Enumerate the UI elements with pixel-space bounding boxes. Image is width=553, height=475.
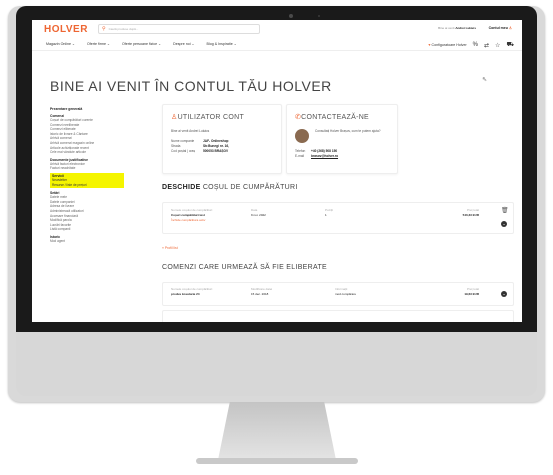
- sidebar-item[interactable]: Facturi neachitate: [50, 166, 130, 171]
- cart-price-col: Preț total 540,33 EUR: [449, 208, 479, 217]
- cart-positions: 1: [325, 213, 327, 217]
- back-link[interactable]: « Profil list: [162, 246, 178, 250]
- logo[interactable]: HOLVER: [44, 24, 88, 35]
- camera-dot: [289, 14, 293, 18]
- sidebar-item-resurse[interactable]: Resurse / liste de prețuri: [52, 183, 122, 188]
- search-input[interactable]: ⚲ Caută produse după...: [97, 24, 260, 34]
- account-text: Bine ai venit: [438, 26, 455, 30]
- configurator-link[interactable]: ♥ Configuratoare Holver: [428, 43, 466, 47]
- main-nav: Magazin Online ⌄ Oferte firme ⌄ Oferte p…: [32, 38, 522, 51]
- pending-row: Numele coșului de cumpărături produs kos…: [162, 282, 514, 306]
- cart-icon[interactable]: ⛟: [506, 41, 514, 49]
- percent-icon[interactable]: %: [473, 42, 478, 48]
- search-placeholder: Caută produse după...: [108, 27, 139, 31]
- col-label: Numele coșului de cumpărături: [171, 287, 213, 291]
- sidebar-item[interactable]: Mod agent: [50, 239, 130, 244]
- contact-card-title-text: CONTACTEAZĂ-NE: [301, 114, 370, 121]
- cart-name: Coșuri cumpărături test: [171, 213, 205, 217]
- account-greeting: Bine ai venit Andrei Lukács: [438, 26, 476, 30]
- col-label: Data: [251, 208, 258, 212]
- mouse-cursor-icon: ⇖: [482, 77, 488, 83]
- user-card-title: ♙UTILIZATOR CONT: [171, 113, 244, 121]
- cart-title-bold: DESCHIDE: [162, 184, 201, 191]
- nav-item-despre[interactable]: Despre noi ⌄: [173, 42, 194, 46]
- monitor-chin: [16, 332, 537, 396]
- star-icon[interactable]: ☆: [495, 42, 500, 49]
- sensor-dot: [318, 15, 320, 17]
- logo-text: HOLVER: [44, 23, 88, 35]
- email-row: E-mail brasov@holver.ro: [295, 154, 338, 159]
- pending-section-title: COMENZI CARE URMEAZĂ SĂ FIE ELIBERATE: [162, 264, 327, 271]
- contact-text: Consultați Holver Brașov, cum te putem a…: [315, 129, 381, 133]
- contact-details: Telefon +40 (268) 508 150 E-mail brasov@ho…: [295, 149, 338, 159]
- top-bar: HOLVER ⚲ Caută produse după... Bine ai v…: [32, 20, 522, 38]
- cart-price: 540,33 EUR: [462, 213, 479, 217]
- page-title: BINE AI VENIT ÎN CONTUL TĂU HOLVER: [50, 78, 332, 94]
- pending-date: 15 dec. 2018: [251, 292, 269, 296]
- pending-name-col: Numele coșului de cumpărături produs kos…: [171, 287, 212, 296]
- email-label: E-mail: [295, 154, 305, 158]
- sidebar-highlight: Servicii Newsletter Resurse / liste de p…: [50, 172, 124, 189]
- user-details: Nume companie JAF- Onlineshop Strada Str.B…: [171, 139, 229, 154]
- chevron-down-icon[interactable]: ⌄: [501, 291, 507, 297]
- user-account-card: ♙UTILIZATOR CONT Bine ai venit Andrei Lu…: [162, 104, 282, 174]
- monitor-base: [196, 458, 358, 464]
- screen: HOLVER ⚲ Caută produse după... Bine ai v…: [32, 20, 522, 322]
- configurator-label: Configuratoare Holver: [431, 43, 467, 47]
- nav-tools: ♥ Configuratoare Holver % ⇄ ☆ ⛟: [428, 41, 514, 49]
- avatar: [295, 129, 309, 143]
- user-icon: ♙: [171, 114, 178, 121]
- contact-card: ✆CONTACTEAZĂ-NE Consultați Holver Brașov…: [286, 104, 398, 174]
- sidebar-item[interactable]: Listă companii: [50, 227, 130, 232]
- pending-price-col: Preț total 19,63 EUR: [449, 287, 479, 296]
- user-card-title-text: UTILIZATOR CONT: [177, 114, 245, 121]
- nav-item-blog[interactable]: Blog & Inspiratie ⌄: [207, 42, 237, 46]
- sidebar-heading[interactable]: Prezentare generală: [50, 107, 130, 111]
- email-link[interactable]: brasov@holver.ro: [311, 154, 338, 159]
- compare-icon[interactable]: ⇄: [484, 42, 489, 49]
- cart-date-col: Data 9 noi. 2022: [251, 208, 266, 217]
- nav-item-firme[interactable]: Oferte firme ⌄: [87, 42, 110, 46]
- chevron-down-icon[interactable]: ⌄: [501, 221, 507, 227]
- contact-card-title: ✆CONTACTEAZĂ-NE: [295, 113, 369, 121]
- account-label: Contul meu: [488, 26, 508, 30]
- cart-row: Numele coșului de cumpărături Coșuri cum…: [162, 202, 514, 234]
- sidebar-item[interactable]: Cele mai vândute articole: [50, 150, 130, 155]
- pending-price: 19,63 EUR: [464, 292, 479, 296]
- detail-row: Cod poștal | oraș 500053 BRAȘOV: [171, 149, 229, 154]
- cart-positions-col: Poziții 1: [325, 208, 333, 217]
- pending-info-col: Informații mod cumpărare: [335, 287, 356, 296]
- detail-value: 500053 BRAȘOV: [203, 149, 229, 153]
- detail-key: Cod poștal | oraș: [171, 149, 196, 153]
- col-label: Poziții: [325, 208, 334, 212]
- pending-name: produs kosutarie 24: [171, 292, 200, 296]
- pending-info: mod cumpărare: [335, 292, 357, 296]
- search-icon: ⚲: [101, 26, 106, 32]
- cart-title-rest: COȘUL DE CUMPĂRĂTURI: [202, 184, 298, 191]
- cart-name-col: Numele coșului de cumpărături Coșuri cum…: [171, 208, 212, 222]
- pin-icon: ♥: [428, 43, 431, 47]
- col-label: Numele coșului de cumpărături: [171, 208, 213, 212]
- col-label: Preț total: [466, 287, 479, 291]
- cart-date: 9 noi. 2022: [251, 213, 266, 217]
- col-label: Modificare datei: [251, 287, 273, 291]
- trash-icon[interactable]: 🗑: [501, 207, 509, 214]
- col-label: Informații: [335, 287, 348, 291]
- account-link[interactable]: Contul meu ♙: [489, 26, 512, 30]
- close-cart-link[interactable]: Închide cumpărătura activ: [171, 218, 212, 222]
- sidebar: Prezentare generală Comenzi Coșuri de cu…: [50, 104, 130, 243]
- user-welcome: Bine ai venit Andrei Lukács: [171, 129, 210, 133]
- nav-item-persoane[interactable]: Oferte persoane fizice ⌄: [122, 42, 161, 46]
- cart-section-title: DESCHIDE COȘUL DE CUMPĂRĂTURI: [162, 184, 298, 191]
- pending-date-col: Modificare datei 15 dec. 2018: [251, 287, 272, 296]
- col-label: Preț total: [466, 208, 479, 212]
- monitor-stand: [218, 402, 336, 460]
- pending-row: [162, 310, 514, 322]
- user-icon: ♙: [508, 26, 512, 30]
- account-name: Andrei Lukács: [455, 26, 476, 30]
- nav-item-magazin[interactable]: Magazin Online ⌄: [46, 42, 75, 46]
